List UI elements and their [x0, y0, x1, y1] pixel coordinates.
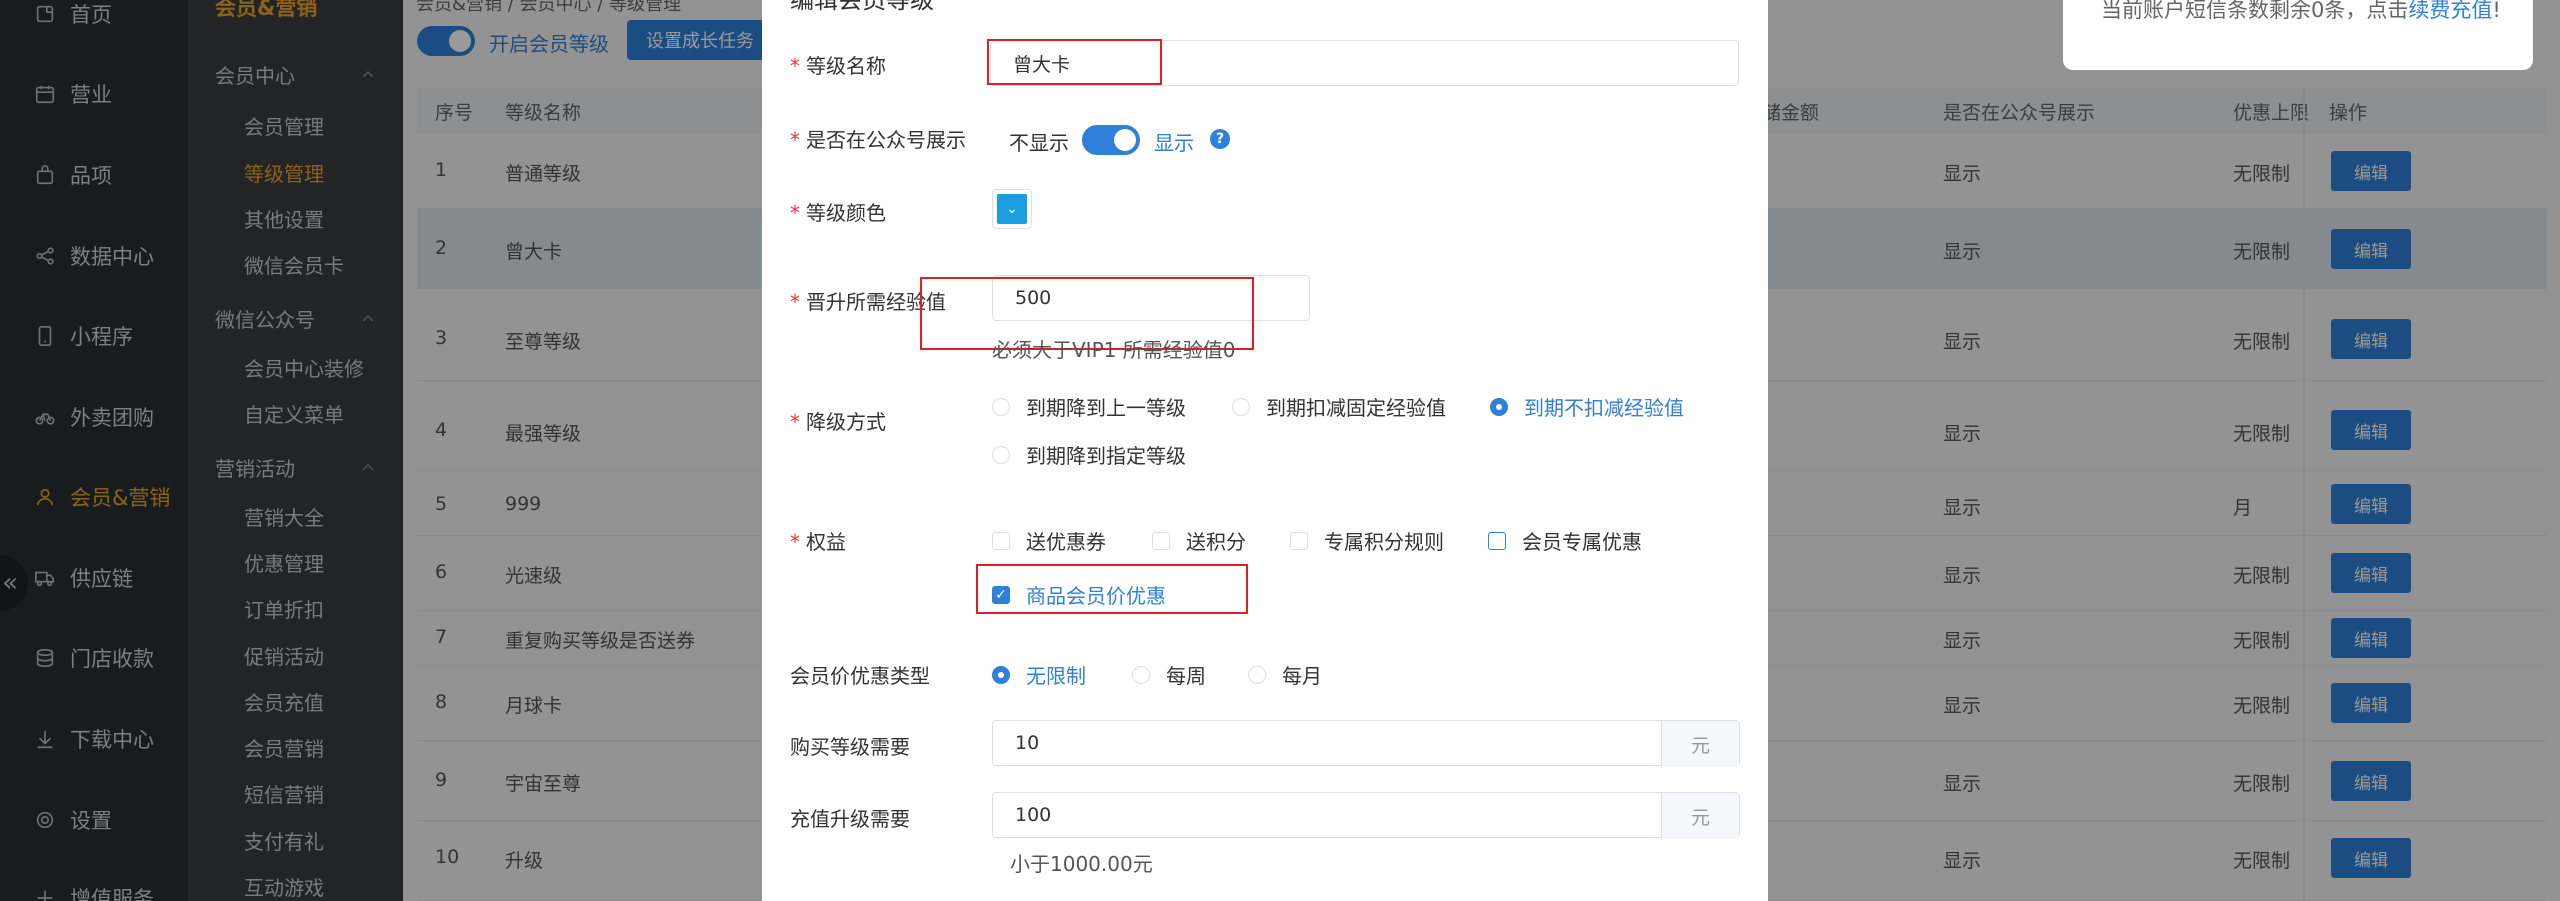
unit-suffix: 元 — [1661, 721, 1739, 767]
annotation-highlight — [987, 39, 1162, 85]
label-text: 购买等级需要 — [790, 735, 910, 759]
price-type-option[interactable]: 每周 — [1132, 660, 1206, 689]
edit-level-dialog: 编辑会员等级 * 等级名称 曾大卡 * 是否在公众号展示 不显示 显示 ? * 等级颜… — [762, 0, 1768, 901]
option-label: 到期降到上一等级 — [1026, 396, 1186, 420]
notice-text: 当前账户短信条数剩余0条，点击续费充值! — [2101, 0, 2521, 26]
checkbox — [1488, 531, 1506, 550]
label-text: 会员价优惠类型 — [790, 664, 930, 688]
show-off-text: 不显示 — [1009, 131, 1069, 155]
downgrade-option[interactable]: 到期扣减固定经验值 — [1232, 392, 1446, 421]
checkbox — [992, 531, 1010, 550]
downgrade-option[interactable]: 到期降到指定等级 — [992, 440, 1186, 469]
sms-balance-notice: 当前账户短信条数剩余0条，点击续费充值! — [2063, 0, 2533, 70]
radio-circle — [1490, 397, 1508, 416]
rights-option[interactable]: 送积分 — [1152, 526, 1246, 555]
option-label: 专属积分规则 — [1324, 530, 1444, 554]
notice-tail: ! — [2492, 0, 2501, 22]
buy-label: 购买等级需要 — [790, 731, 910, 760]
option-label: 到期扣减固定经验值 — [1266, 396, 1446, 420]
color-label: * 等级颜色 — [790, 201, 886, 225]
label-text: 降级方式 — [806, 410, 886, 434]
input-value: 10 — [1015, 732, 1040, 754]
level-name-label: * 等级名称 — [790, 54, 886, 78]
rights-option[interactable]: 送优惠券 — [992, 526, 1106, 555]
input-value: 100 — [1015, 804, 1052, 826]
price-type-label: 会员价优惠类型 — [790, 660, 930, 689]
rights-label: * 权益 — [790, 530, 846, 554]
price-type-option-selected[interactable]: 无限制 — [992, 660, 1086, 689]
option-label: 送积分 — [1186, 530, 1246, 554]
option-label: 每月 — [1282, 664, 1322, 688]
radio-circle — [1248, 665, 1266, 684]
option-label: 无限制 — [1026, 664, 1086, 688]
option-label: 会员专属优惠 — [1522, 530, 1642, 554]
unit-suffix: 元 — [1661, 793, 1739, 839]
option-label: 每周 — [1166, 664, 1206, 688]
downgrade-label: * 降级方式 — [790, 410, 886, 434]
label-text: 等级颜色 — [806, 201, 886, 225]
radio-circle — [992, 665, 1010, 684]
option-label: 到期不扣减经验值 — [1524, 396, 1684, 420]
rights-option[interactable]: 专属积分规则 — [1290, 526, 1444, 555]
option-label: 送优惠券 — [1026, 530, 1106, 554]
label-text: 权益 — [806, 530, 846, 554]
rights-option[interactable]: 会员专属优惠 — [1488, 526, 1642, 555]
exp-hint: 必须大于VIP1 所需经验值0 — [992, 338, 1236, 362]
label-text: 等级名称 — [806, 54, 886, 78]
downgrade-option-selected[interactable]: 到期不扣减经验值 — [1490, 392, 1684, 421]
notice-message: 当前账户短信条数剩余0条，点击 — [2101, 0, 2409, 22]
option-label: 到期降到指定等级 — [1026, 444, 1186, 468]
help-icon[interactable]: ? — [1210, 129, 1230, 149]
recharge-label: 充值升级需要 — [790, 803, 910, 832]
radio-circle — [992, 445, 1010, 464]
checkbox — [1290, 531, 1308, 550]
radio-circle — [1232, 397, 1250, 416]
chevron-down-icon: ⌄ — [997, 194, 1027, 224]
label-text: 充值升级需要 — [790, 807, 910, 831]
label-text: 是否在公众号展示 — [806, 128, 966, 152]
annotation-highlight — [976, 564, 1248, 614]
recharge-hint: 小于1000.00元 — [1010, 852, 1153, 876]
checkbox — [1152, 531, 1170, 550]
level-color-picker[interactable]: ⌄ — [992, 189, 1032, 229]
show-toggle[interactable] — [1082, 125, 1140, 155]
downgrade-option[interactable]: 到期降到上一等级 — [992, 392, 1186, 421]
dialog-title: 编辑会员等级 — [790, 0, 934, 14]
renew-link[interactable]: 续费充值 — [2408, 0, 2492, 22]
radio-circle — [1132, 665, 1150, 684]
radio-circle — [992, 397, 1010, 416]
buy-amount-input[interactable]: 10 元 — [992, 720, 1740, 767]
recharge-amount-input[interactable]: 100 元 — [992, 792, 1740, 839]
show-label: * 是否在公众号展示 — [790, 128, 966, 152]
price-type-option[interactable]: 每月 — [1248, 660, 1322, 689]
show-on-text: 显示 — [1154, 131, 1194, 155]
